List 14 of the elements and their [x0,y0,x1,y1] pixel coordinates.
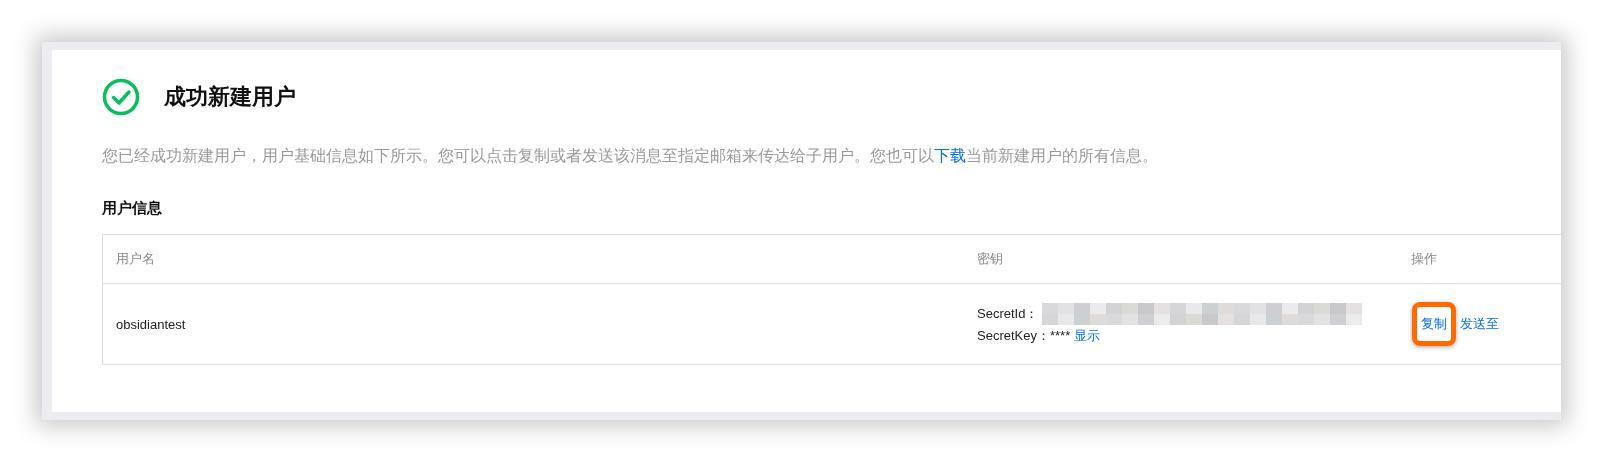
section-title: 用户信息 [102,199,163,218]
download-link[interactable]: 下载 [934,147,966,164]
page-title: 成功新建用户 [164,83,296,111]
column-header: 用户名 [115,250,155,268]
username-cell-text: obsidiantest [115,316,186,332]
action-link[interactable]: 发送至 [1458,311,1501,337]
secret-id-label: SecretId： [977,305,1039,323]
action-link[interactable]: 复制 [1419,311,1449,337]
column-header: 操作 [1410,250,1437,268]
column-header: 密钥 [976,250,1003,268]
secret-key-label: SecretKey：**** [977,327,1071,345]
success-check-icon [102,78,140,116]
description-text: 您已经成功新建用户，用户基础信息如下所示。您可以点击复制或者发送该消息至指定邮箱来传达给子用户。您也可以下载当前新建用户的所有信息。 [102,146,1159,166]
show-link[interactable]: 显示 [1074,327,1101,345]
